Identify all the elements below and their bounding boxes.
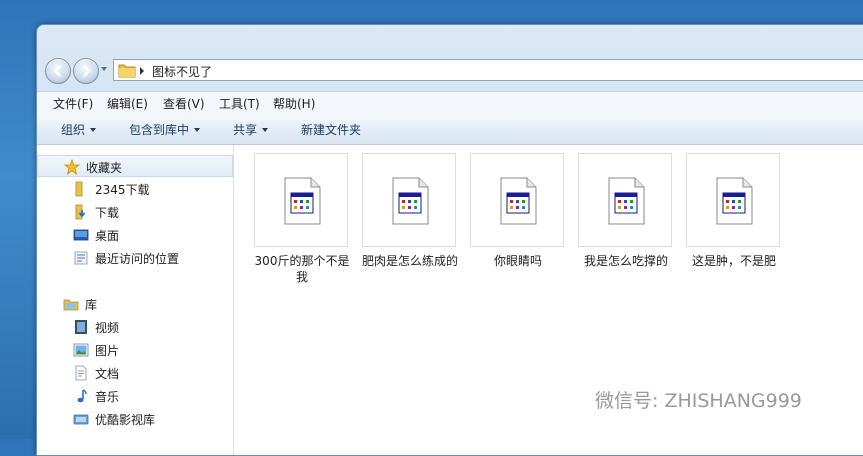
forward-arrow-icon — [83, 65, 91, 77]
sidebar-item-videos[interactable]: 视频 — [37, 316, 233, 338]
organize-button[interactable]: 组织 — [61, 121, 97, 138]
file-thumbnail — [578, 153, 672, 247]
application-window-icon — [608, 177, 645, 225]
watermark: 微信号: ZHISHANG999 — [595, 390, 802, 412]
sidebar-item-documents[interactable]: 文档 — [37, 362, 233, 384]
file-thumbnail — [686, 153, 780, 247]
sidebar-item-label: 文档 — [95, 367, 120, 381]
menu-edit[interactable]: 编辑(E) — [107, 95, 148, 112]
sidebar-item-youku-library[interactable]: 优酷影视库 — [37, 408, 233, 430]
file-thumbnail — [362, 153, 456, 247]
star-icon — [64, 159, 80, 175]
sidebar-item-recent-places[interactable]: 最近访问的位置 — [37, 247, 233, 269]
back-arrow-icon — [53, 65, 61, 77]
folder-icon — [118, 64, 136, 78]
sidebar-item-label: 桌面 — [95, 229, 120, 243]
sidebar-item-label: 库 — [85, 298, 98, 312]
file-name: 我是怎么吃撑的 — [583, 254, 668, 268]
file-name: 这是肿，不是肥 — [691, 254, 776, 268]
sidebar-item-2345-downloads[interactable]: 2345下载 — [37, 178, 233, 200]
include-in-library-label: 包含到库中 — [129, 123, 190, 137]
sidebar-item-label: 音乐 — [95, 390, 120, 404]
file-name: 300斤的那个不是我 — [254, 254, 350, 284]
breadcrumb-arrow-icon[interactable] — [140, 67, 144, 75]
sidebar-item-music[interactable]: 音乐 — [37, 385, 233, 407]
application-window-icon — [716, 177, 753, 225]
sidebar-item-label: 下载 — [95, 206, 120, 220]
menu-help[interactable]: 帮助(H) — [273, 95, 315, 112]
recent-places-icon — [74, 251, 88, 265]
youku-library-icon — [73, 414, 89, 425]
address-bar[interactable]: 图标不见了 — [113, 59, 863, 81]
sidebar-item-pictures[interactable]: 图片 — [37, 339, 233, 361]
sidebar-item-label: 视频 — [95, 321, 120, 335]
folder-icon — [75, 181, 83, 197]
file-name: 肥肉是怎么练成的 — [362, 254, 459, 268]
share-label: 共享 — [233, 123, 258, 137]
application-window-icon — [284, 177, 321, 225]
menu-tools[interactable]: 工具(T) — [219, 95, 260, 112]
share-button[interactable]: 共享 — [233, 121, 269, 138]
command-bar: 组织 包含到库中 共享 新建文件夹 — [37, 114, 863, 145]
breadcrumb-current[interactable]: 图标不见了 — [152, 63, 212, 80]
application-window-icon — [500, 177, 537, 225]
file-thumbnail — [254, 153, 348, 247]
back-button[interactable] — [45, 58, 71, 84]
file-item[interactable]: 你眼睛吗 — [470, 153, 566, 269]
menu-file[interactable]: 文件(F) — [53, 95, 93, 112]
sidebar-item-label: 收藏夹 — [86, 161, 123, 175]
music-note-icon — [77, 389, 87, 403]
file-thumbnail — [470, 153, 564, 247]
navigation-bar: 图标不见了 — [45, 57, 863, 85]
navigation-pane: 收藏夹 2345下载 下载 桌面 最近访问的位置 库 视频 图片 文档 音乐 优… — [37, 145, 234, 455]
library-icon — [63, 299, 79, 311]
new-folder-button[interactable]: 新建文件夹 — [301, 121, 361, 138]
sidebar-item-downloads[interactable]: 下载 — [37, 201, 233, 223]
file-item[interactable]: 肥肉是怎么练成的 — [362, 153, 458, 269]
sidebar-item-desktop[interactable]: 桌面 — [37, 224, 233, 246]
menu-view[interactable]: 查看(V) — [163, 95, 205, 112]
sidebar-item-libraries[interactable]: 库 — [37, 293, 233, 315]
document-icon — [75, 365, 87, 381]
forward-button[interactable] — [73, 58, 99, 84]
desktop-icon — [73, 229, 89, 241]
application-window-icon — [392, 177, 429, 225]
sidebar-item-label: 优酷影视库 — [95, 413, 156, 427]
file-item[interactable]: 我是怎么吃撑的 — [578, 153, 674, 269]
chevron-down-icon — [90, 128, 97, 132]
picture-icon — [73, 343, 89, 357]
sidebar-item-favorites[interactable]: 收藏夹 — [37, 155, 233, 177]
file-name: 你眼睛吗 — [493, 254, 542, 268]
download-folder-icon — [75, 204, 86, 220]
file-item[interactable]: 300斤的那个不是我 — [254, 153, 350, 285]
video-icon — [75, 320, 87, 334]
chevron-down-icon — [194, 128, 201, 132]
sidebar-item-label: 图片 — [95, 344, 120, 358]
organize-label: 组织 — [61, 123, 86, 137]
include-in-library-button[interactable]: 包含到库中 — [129, 121, 201, 138]
menu-bar: 文件(F) 编辑(E) 查看(V) 工具(T) 帮助(H) — [37, 91, 863, 115]
chevron-down-icon — [262, 128, 269, 132]
recent-pages-dropdown[interactable] — [101, 67, 107, 71]
sidebar-item-label: 最近访问的位置 — [95, 252, 180, 266]
sidebar-item-label: 2345下载 — [95, 183, 150, 197]
file-item[interactable]: 这是肿，不是肥 — [686, 153, 782, 269]
